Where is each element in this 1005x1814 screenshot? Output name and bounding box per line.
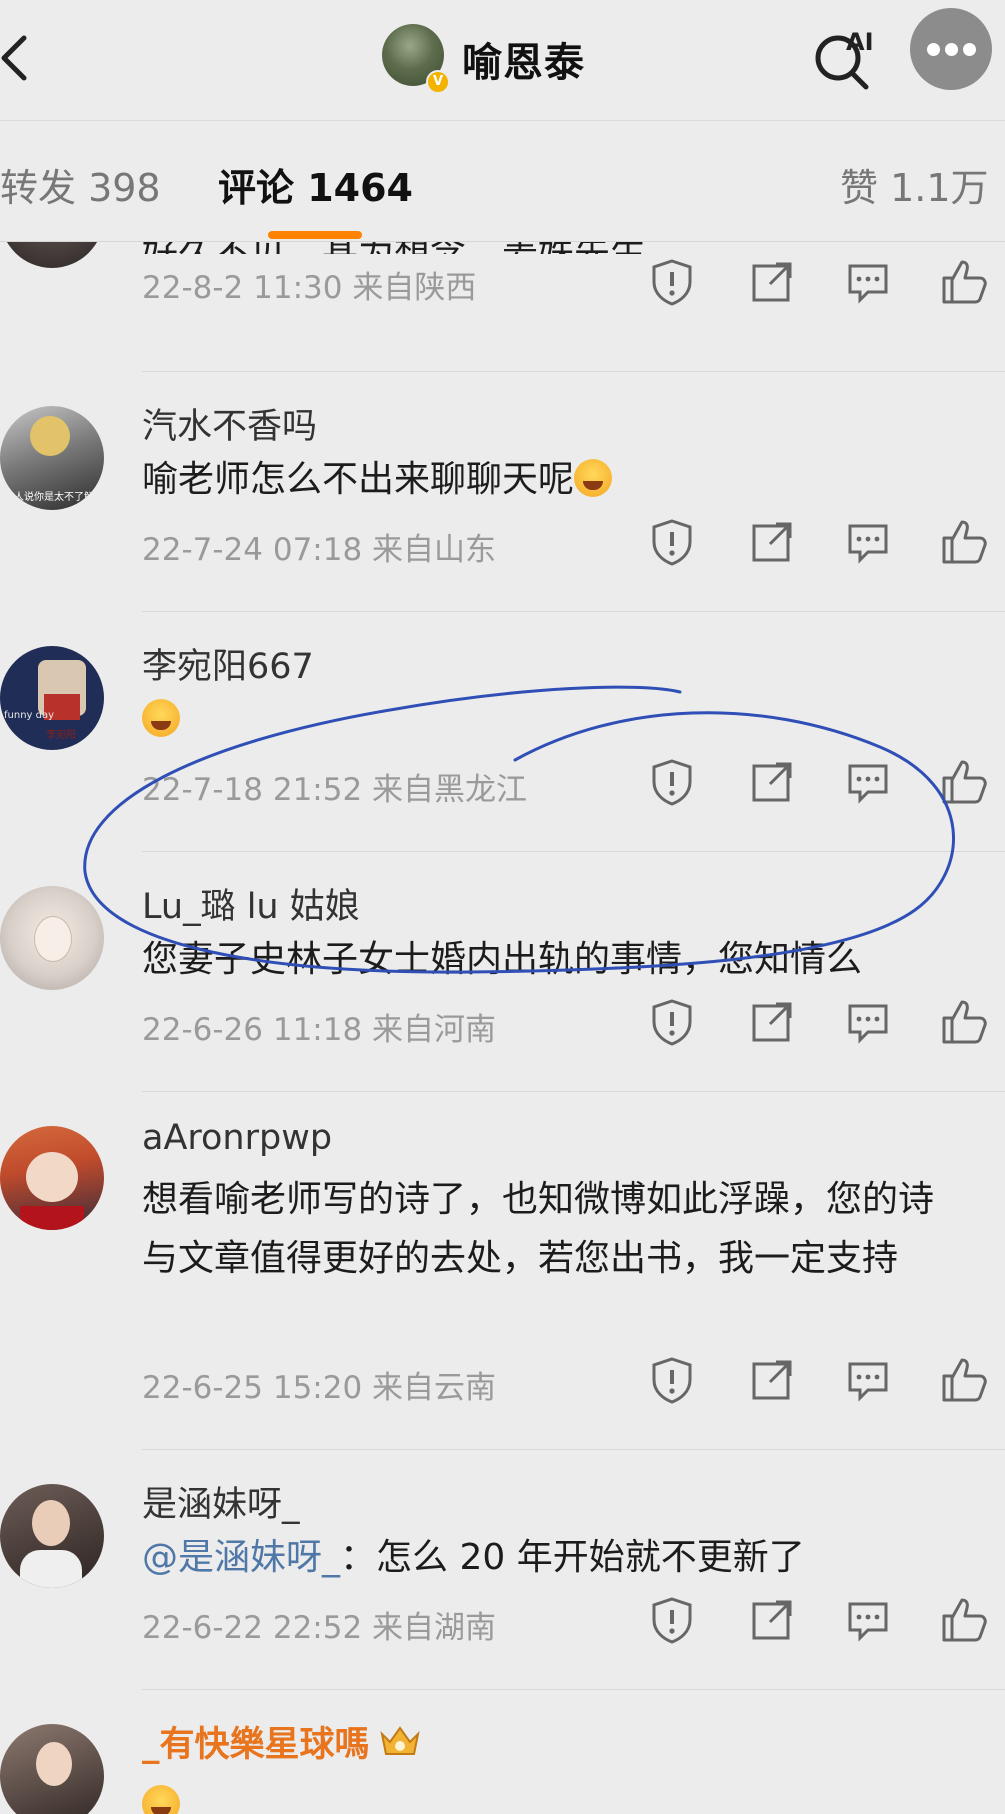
avatar[interactable] [0,1724,104,1814]
report-icon[interactable] [650,518,694,566]
comment-text: 好久不见，甚为想念，姜姝先生 [142,242,962,254]
avatar[interactable] [0,1126,104,1230]
comment-actions [650,758,1000,808]
avatar[interactable] [0,886,104,990]
reply-icon[interactable] [846,1596,890,1644]
comment-item: aAronrpwp 想看喻老师写的诗了，也知微博如此浮躁，您的诗与文章值得更好的… [0,1092,1005,1450]
page-title: 喻恩泰 [462,40,585,86]
comment-time: 22-6-26 11:18 [142,1012,363,1048]
comment-time: 22-8-2 11:30 [142,270,343,306]
avatar[interactable] [0,242,104,268]
comment-list[interactable]: 好久不见，甚为想念，姜姝先生 22-8-2 11:30 来自陕西 有人说你是太不… [0,242,1005,1814]
ai-search-icon[interactable]: AI [808,20,880,92]
avatar[interactable] [0,1484,104,1588]
tab-bar: 转发 398 评论 1464 赞 1.1万 [0,121,1005,242]
ai-label: AI [846,28,874,56]
comment-username[interactable]: 汽水不香吗 [142,398,317,449]
comment-actions [650,998,1000,1048]
comment-username[interactable]: 是涵妹呀_ [142,1476,300,1527]
comment-meta: 22-7-18 21:52 来自黑龙江 [142,764,527,809]
crying-emoji-icon [574,459,613,497]
comment-text: 想看喻老师写的诗了，也知微博如此浮躁，您的诗与文章值得更好的去处，若您出书，我一… [142,1179,935,1279]
share-icon[interactable] [750,518,794,566]
report-icon[interactable] [650,1356,694,1404]
active-tab-indicator [268,231,362,239]
share-icon[interactable] [750,998,794,1046]
tab-likes[interactable]: 赞 1.1万 [840,157,989,212]
comment-text: 您妻子史林子女士婚内出轨的事情，您知情么 [142,939,863,980]
back-icon[interactable] [0,28,40,88]
comment-username[interactable]: Lu_璐 lu 姑娘 [142,878,360,929]
crown-badge-icon [379,1726,420,1755]
mention-link[interactable]: @是涵妹呀_ [142,1537,340,1578]
reply-icon[interactable] [846,1356,890,1404]
comment-actions [650,1356,1000,1406]
comment-actions [650,1596,1000,1646]
like-icon[interactable] [940,258,988,306]
comment-location: 来自河南 [372,1012,497,1048]
comment-item: Lu_璐 lu 姑娘 您妻子史林子女士婚内出轨的事情，您知情么 22-6-26 … [0,852,1005,1092]
tab-comments[interactable]: 评论 1464 [218,157,413,212]
comment-item: funny day 李宛阳 李宛阳667 22-7-18 21:52 来自黑龙江 [0,612,1005,852]
comment-item: 是涵妹呀_ @是涵妹呀_：怎么 20 年开始就不更新了 22-6-22 22:5… [0,1450,1005,1690]
comment-item: _有快樂星球嗎 [0,1690,1005,1814]
like-icon[interactable] [940,1596,988,1644]
comment-meta: 22-6-25 15:20 来自云南 [142,1362,496,1407]
share-icon[interactable] [750,1356,794,1404]
comment-text: @是涵妹呀_：怎么 20 年开始就不更新了 [142,1537,805,1578]
reply-icon[interactable] [846,758,890,806]
more-icon[interactable] [910,8,992,90]
comment-time: 22-7-18 21:52 [142,772,363,808]
comment-location: 来自云南 [372,1370,497,1406]
tab-repost[interactable]: 转发 398 [0,157,161,212]
comment-username[interactable]: 李宛阳667 [142,638,314,689]
report-icon[interactable] [650,1596,694,1644]
share-icon[interactable] [750,758,794,806]
comment-actions [650,518,1000,568]
avatar[interactable]: funny day 李宛阳 [0,646,104,750]
comment-meta: 22-6-22 22:52 来自湖南 [142,1602,496,1647]
avatar-caption: 李宛阳 [46,730,76,741]
share-icon[interactable] [750,258,794,306]
avatar-caption: funny day [4,710,55,721]
comment-username[interactable]: aAronrpwp [142,1118,332,1158]
comment-text [142,690,962,749]
comment-time: 22-6-22 22:52 [142,1610,363,1646]
comment-item: 好久不见，甚为想念，姜姝先生 22-8-2 11:30 来自陕西 [0,242,1005,372]
comment-item: 有人说你是太不了解 汽水不香吗 喻老师怎么不出来聊聊天呢 22-7-24 07:… [0,372,1005,612]
comment-time: 22-6-25 15:20 [142,1370,363,1406]
like-icon[interactable] [940,1356,988,1404]
report-icon[interactable] [650,758,694,806]
reply-icon[interactable] [846,258,890,306]
comment-text: 喻老师怎么不出来聊聊天呢 [142,450,962,509]
comment-meta: 22-7-24 07:18 来自山东 [142,524,496,569]
comment-actions [650,258,1000,308]
avatar-caption: 有人说你是太不了解 [4,492,94,503]
like-icon[interactable] [940,998,988,1046]
report-icon[interactable] [650,998,694,1046]
smile-emoji-icon [142,1785,180,1814]
comment-location: 来自山东 [372,532,497,568]
comment-time: 22-7-24 07:18 [142,532,363,568]
top-bar: V 喻恩泰 AI [0,0,1005,121]
share-icon[interactable] [750,1596,794,1644]
reply-icon[interactable] [846,998,890,1046]
comment-text [142,1776,962,1814]
like-icon[interactable] [940,518,988,566]
comment-location: 来自黑龙江 [372,772,528,808]
verified-badge-icon: V [426,70,450,94]
reply-icon[interactable] [846,518,890,566]
comment-meta: 22-6-26 11:18 来自河南 [142,1004,496,1049]
comment-location: 来自湖南 [372,1610,497,1646]
comment-meta: 22-8-2 11:30 来自陕西 [142,262,476,307]
like-icon[interactable] [940,758,988,806]
comment-location: 来自陕西 [352,270,477,306]
comment-username[interactable]: _有快樂星球嗎 [142,1716,422,1767]
avatar[interactable]: 有人说你是太不了解 [0,406,104,510]
laugh-cry-emoji-icon [142,699,180,737]
report-icon[interactable] [650,258,694,306]
